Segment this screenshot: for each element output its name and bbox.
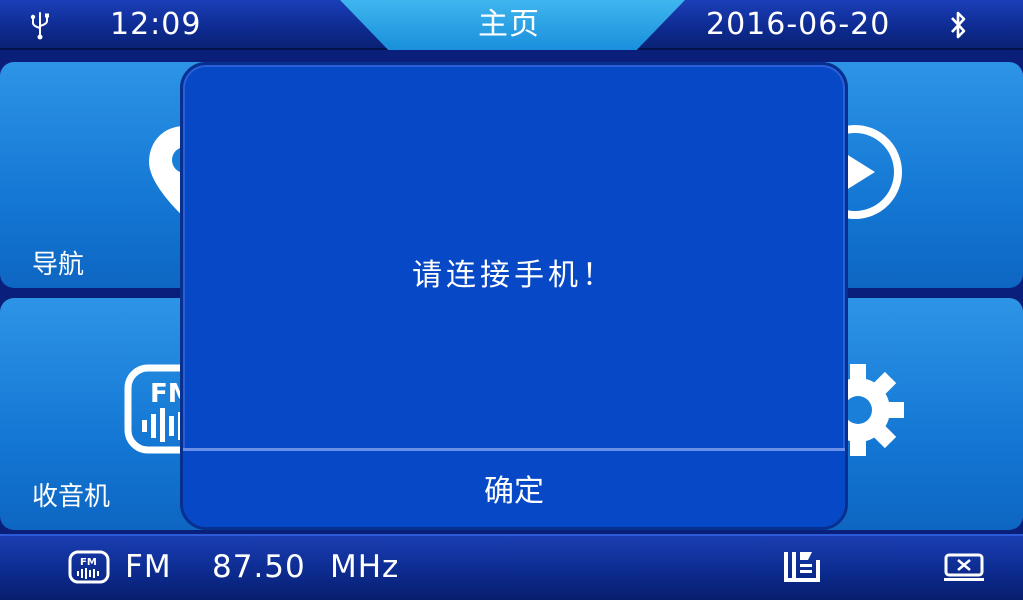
svg-text:FM: FM bbox=[80, 557, 97, 568]
dialog-message: 请连接手机！ bbox=[412, 258, 616, 293]
tile-navigation-label: 导航 bbox=[32, 250, 85, 280]
home-screen: 12:09 主页 2016-06-20 导航 FM 收音机 请连接手机！ 确定 … bbox=[0, 0, 1023, 600]
confirm-button[interactable]: 确定 bbox=[183, 451, 845, 527]
frequency-unit: MHz bbox=[330, 549, 400, 585]
radio-frequency: 87.50 bbox=[212, 549, 306, 585]
playlist-icon[interactable] bbox=[782, 550, 822, 584]
close-box-icon[interactable] bbox=[943, 551, 985, 583]
clock-time: 12:09 bbox=[110, 7, 202, 42]
bluetooth-icon bbox=[951, 11, 966, 39]
connect-phone-dialog: 请连接手机！ 确定 bbox=[180, 62, 848, 530]
usb-icon bbox=[30, 12, 49, 40]
radio-band: FM bbox=[125, 549, 172, 585]
tile-radio-label: 收音机 bbox=[32, 482, 111, 512]
page-title: 主页 bbox=[478, 7, 540, 42]
bottom-status-bar: FM FM 87.50 MHz bbox=[0, 534, 1023, 600]
status-bar: 12:09 主页 2016-06-20 bbox=[0, 0, 1023, 50]
date-display: 2016-06-20 bbox=[706, 7, 891, 42]
fm-icon[interactable]: FM bbox=[68, 550, 110, 584]
